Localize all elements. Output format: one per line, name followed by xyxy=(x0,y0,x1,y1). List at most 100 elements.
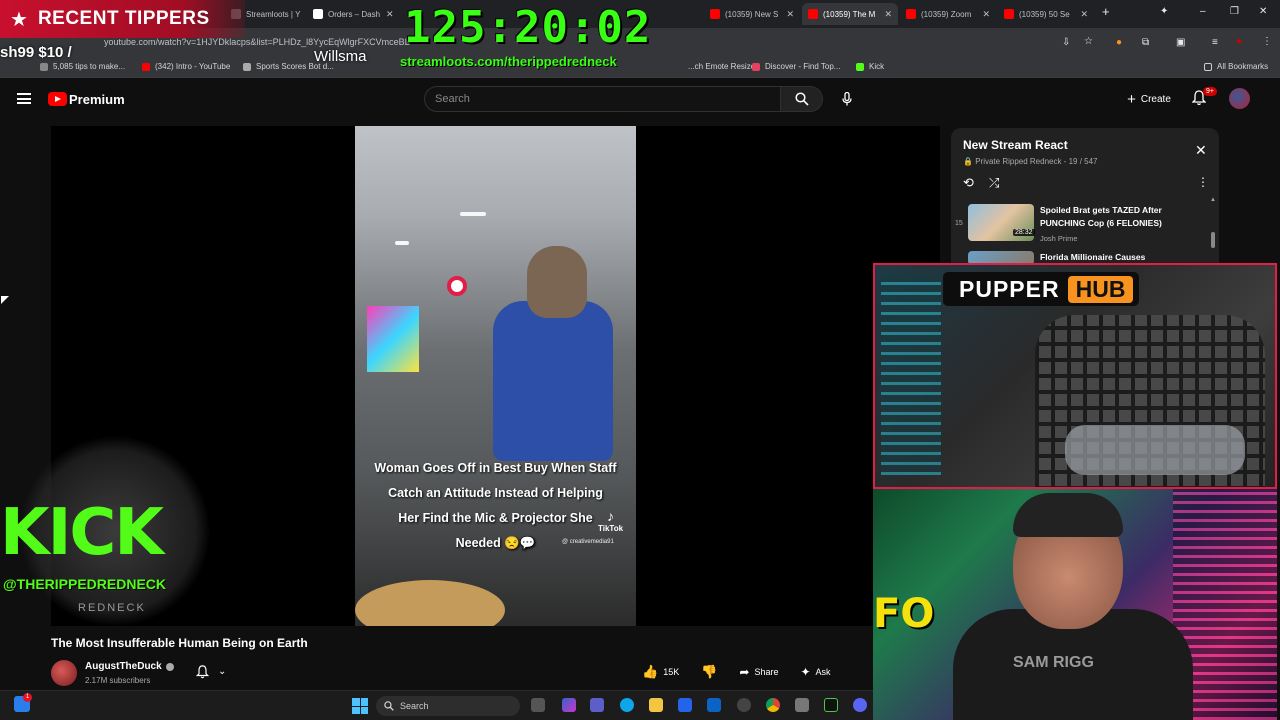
bookmark-star-icon[interactable]: ☆ xyxy=(1084,36,1093,47)
bookmark-item[interactable]: (342) Intro - YouTube xyxy=(142,62,230,71)
dislike-button[interactable]: 👎 xyxy=(695,664,723,680)
scroll-up-arrow-icon[interactable]: ▲ xyxy=(1210,197,1216,203)
voice-search-button[interactable] xyxy=(834,86,860,112)
extensions-puzzle-icon[interactable]: ⧉ xyxy=(1142,37,1149,48)
channel-avatar[interactable] xyxy=(51,660,77,686)
tab-label: (10359) The M xyxy=(823,9,876,19)
minimize-button[interactable]: – xyxy=(1200,6,1206,17)
tab-youtube-active[interactable]: (10359) The M ✕ xyxy=(802,3,898,25)
share-arrow-icon: ➦ xyxy=(739,665,750,679)
youtube-premium-label[interactable]: Premium xyxy=(69,92,125,107)
video-title: The Most Insufferable Human Being on Ear… xyxy=(51,636,308,650)
close-playlist-icon[interactable]: ✕ xyxy=(1195,142,1207,159)
discord-icon[interactable] xyxy=(853,698,867,712)
kick-logo-text: KICK xyxy=(0,496,164,570)
caption-line: Woman Goes Off in Best Buy When Staff xyxy=(374,461,617,475)
hamburger-menu-icon[interactable] xyxy=(17,93,31,104)
playlist-item-index: 15 xyxy=(955,220,963,227)
tiktok-logo-icon: ♪ xyxy=(607,508,615,524)
tab-close-icon[interactable]: ✕ xyxy=(1074,9,1088,20)
tiktok-username: @ creativemedia91 xyxy=(562,539,614,545)
extension-icon[interactable]: ● xyxy=(1116,37,1122,48)
create-button[interactable]: + Create xyxy=(1120,87,1178,111)
bookmark-label: Discover - Find Top... xyxy=(765,62,841,71)
browser-menu-icon[interactable]: ⋮ xyxy=(1262,36,1272,47)
sidepanel-icon[interactable]: ▣ xyxy=(1176,37,1185,48)
search-tabs-icon[interactable]: ✦ xyxy=(1160,6,1168,17)
youtube-logo-icon[interactable] xyxy=(48,92,67,106)
share-label: Share xyxy=(754,667,779,677)
tab-favicon-icon xyxy=(313,9,323,19)
tab-close-icon[interactable]: ✕ xyxy=(976,9,990,20)
tab-close-icon[interactable]: ✕ xyxy=(878,9,892,20)
tab-orders[interactable]: Orders – Dash ✕ xyxy=(307,3,399,25)
tab-close-icon[interactable]: ✕ xyxy=(780,9,794,20)
playlist-item-title[interactable]: Spoiled Brat gets TAZED After PUNCHING C… xyxy=(1040,204,1190,230)
chrome-icon[interactable] xyxy=(766,698,780,712)
tab-close-icon[interactable]: ✕ xyxy=(300,9,305,20)
sparkle-icon: ✦ xyxy=(800,665,811,679)
playlist-item[interactable]: 15 28:32 Spoiled Brat gets TAZED After P… xyxy=(951,202,1209,246)
channel-name-row[interactable]: AugustTheDuck xyxy=(85,661,174,672)
tab-close-icon[interactable]: ✕ xyxy=(380,9,394,20)
app-icon[interactable] xyxy=(737,698,751,712)
new-tab-button[interactable]: + xyxy=(1102,4,1110,19)
file-explorer-icon[interactable] xyxy=(649,698,663,712)
mouse-cursor-icon xyxy=(1,296,9,304)
pupper-logo-right: HUB xyxy=(1067,275,1134,303)
tab-youtube-new[interactable]: (10359) New S ✕ xyxy=(704,3,800,25)
playlist-meta: Private Ripped Redneck - 19 / 547 xyxy=(975,157,1098,166)
subathon-timer: 125:20:02 xyxy=(404,2,652,53)
more-options-icon[interactable]: ⋮ xyxy=(1197,175,1209,189)
profile-icon[interactable]: ● xyxy=(1236,36,1242,47)
tab-youtube-zoom[interactable]: (10359) Zoom ✕ xyxy=(900,3,996,25)
search-button[interactable] xyxy=(781,86,823,112)
microphone-icon xyxy=(842,92,852,106)
task-view-icon[interactable] xyxy=(531,698,545,712)
search-input[interactable]: Search xyxy=(424,86,781,112)
outlook-icon[interactable] xyxy=(707,698,721,712)
target-logo-icon xyxy=(447,276,467,296)
kick-favicon-icon xyxy=(856,62,864,71)
ask-button[interactable]: ✦ Ask xyxy=(794,665,836,679)
bookmark-item[interactable]: 5,085 tips to make... xyxy=(40,62,125,71)
channel-name[interactable]: AugustTheDuck xyxy=(85,661,162,672)
playlist-title[interactable]: New Stream React xyxy=(963,138,1068,152)
copilot-icon[interactable] xyxy=(562,698,576,712)
loop-icon[interactable]: ⟲ xyxy=(963,175,974,191)
close-window-button[interactable]: ✕ xyxy=(1259,6,1267,17)
media-icon[interactable]: ≡ xyxy=(1212,37,1218,48)
tab-youtube-50[interactable]: (10359) 50 Se ✕ xyxy=(998,3,1094,25)
app-icon[interactable] xyxy=(824,698,838,712)
shuffle-icon[interactable]: ⤮ xyxy=(989,175,999,191)
app-icon[interactable] xyxy=(795,698,809,712)
bookmark-item-kick[interactable]: Kick xyxy=(856,62,884,71)
account-avatar[interactable] xyxy=(1229,88,1250,109)
store-icon[interactable] xyxy=(678,698,692,712)
subscription-bell-icon[interactable] xyxy=(196,665,209,679)
all-bookmarks[interactable]: All Bookmarks xyxy=(1204,62,1268,71)
url-field[interactable]: youtube.com/watch?v=1HJYDklacps&list=PLH… xyxy=(104,37,410,47)
windows-start-icon[interactable] xyxy=(352,698,368,714)
teams-icon[interactable] xyxy=(590,698,604,712)
playlist-scrollbar[interactable] xyxy=(1211,232,1215,248)
like-button[interactable]: 👍 15K xyxy=(636,664,685,680)
tab-label: (10359) 50 Se xyxy=(1019,9,1070,19)
playlist-item-channel[interactable]: Josh Prime xyxy=(1040,234,1078,243)
edge-icon[interactable] xyxy=(620,698,634,712)
foreground-object xyxy=(355,580,505,626)
bookmark-item[interactable]: ...ch Emote Resizer xyxy=(688,62,758,71)
person-figure xyxy=(493,301,613,461)
bookmark-item[interactable]: Discover - Find Top... xyxy=(752,62,840,71)
install-icon[interactable]: ⇩ xyxy=(1062,37,1070,48)
maximize-button[interactable]: ❐ xyxy=(1230,6,1239,17)
taskbar-search-label: Search xyxy=(400,701,429,711)
caption-line: Catch an Attitude Instead of Helping xyxy=(388,486,603,500)
chevron-down-icon[interactable]: ⌄ xyxy=(218,666,226,677)
youtube-header: Premium Search + Create 9+ xyxy=(0,79,1270,119)
lock-icon: 🔒 xyxy=(963,157,973,166)
taskbar-search[interactable]: Search xyxy=(376,696,520,716)
tab-label: Orders – Dash xyxy=(328,9,381,19)
video-frame[interactable]: Woman Goes Off in Best Buy When Staff Ca… xyxy=(355,126,636,626)
share-button[interactable]: ➦ Share xyxy=(733,665,784,679)
